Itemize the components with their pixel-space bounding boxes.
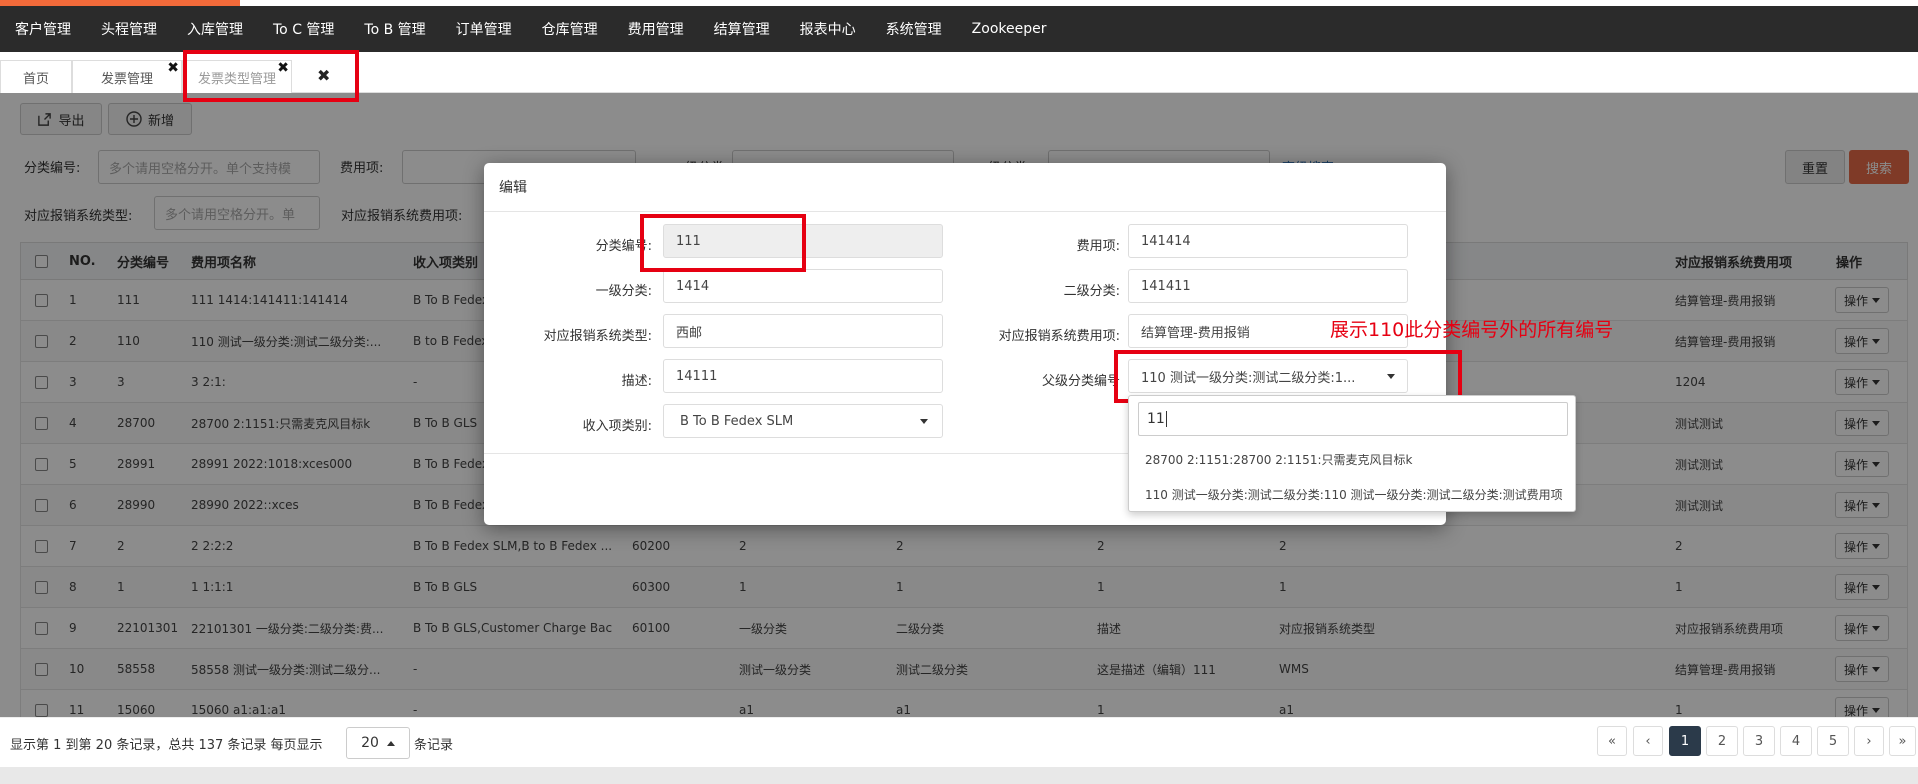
tab-home[interactable]: 首页 (0, 60, 72, 93)
record-summary: 显示第 1 到第 20 条记录，总共 137 条记录 每页显示 (10, 738, 323, 753)
tab-bar: 首页 发票管理 ✖ 发票类型管理 ✖ (0, 52, 1918, 93)
dropdown-option[interactable]: 110 测试一级分类:测试二级分类:110 测试一级分类:测试二级分类:测试费用… (1129, 478, 1575, 510)
tab-invoice-type-label: 发票类型管理 (197, 71, 276, 87)
modal-sys-type-label: 对应报销系统类型: (543, 329, 652, 344)
close-icon[interactable]: ✖ (167, 60, 179, 76)
nav-first-leg[interactable]: 头程管理 (86, 19, 172, 39)
page-1[interactable]: 1 (1669, 726, 1701, 756)
nav-fees[interactable]: 费用管理 (613, 19, 699, 39)
nav-toc[interactable]: To C 管理 (258, 19, 349, 39)
modal-level1-label: 一级分类: (595, 284, 652, 299)
nav-inbound[interactable]: 入库管理 (172, 19, 258, 39)
page-size-value: 20 (361, 735, 379, 751)
close-icon[interactable]: ✖ (277, 60, 289, 76)
modal-sys-fee-label: 对应报销系统费用项: (998, 329, 1120, 344)
bottom-bar (0, 767, 1918, 784)
page-next[interactable]: › (1854, 726, 1884, 756)
nav-system[interactable]: 系统管理 (871, 19, 957, 39)
tab-invoice[interactable]: 发票管理 ✖ (72, 60, 182, 93)
dropdown-search-input[interactable]: 11 (1138, 402, 1568, 436)
dropdown-option[interactable]: 28700 2:1151:28700 2:1151:只需麦克风目标k (1129, 443, 1575, 475)
page-first[interactable]: « (1597, 726, 1627, 756)
caret-down-icon (1387, 373, 1395, 379)
modal-parent-label: 父级分类编号 (1041, 374, 1120, 389)
modal-desc-label: 描述: (621, 374, 652, 389)
page-2[interactable]: 2 (1706, 726, 1738, 756)
parent-select-value: 110 测试一级分类:测试二级分类:1... (1141, 370, 1356, 386)
nav-settlement[interactable]: 结算管理 (699, 19, 785, 39)
modal-sys-type-input[interactable]: 西邮 (663, 314, 943, 348)
nav-orders[interactable]: 订单管理 (441, 19, 527, 39)
modal-income-label: 收入项类别: (582, 419, 652, 434)
top-nav: 客户管理 头程管理 入库管理 To C 管理 To B 管理 订单管理 仓库管理… (0, 6, 1918, 52)
nav-warehouse[interactable]: 仓库管理 (527, 19, 613, 39)
page-size-select[interactable]: 20 (346, 727, 410, 759)
page-size-suffix: 条记录 (414, 738, 454, 753)
modal-income-select[interactable]: B To B Fedex SLM (663, 404, 943, 438)
close-all-tabs-icon[interactable]: ✖ (317, 66, 330, 85)
page-last[interactable]: » (1889, 726, 1916, 756)
modal-fee-label: 费用项: (1076, 239, 1120, 254)
modal-parent-select[interactable]: 110 测试一级分类:测试二级分类:1... (1128, 359, 1408, 393)
nav-zookeeper[interactable]: Zookeeper (957, 21, 1062, 37)
modal-level1-input[interactable]: 1414 (663, 269, 943, 303)
parent-dropdown: 11 28700 2:1151:28700 2:1151:只需麦克风目标k 11… (1128, 395, 1576, 512)
modal-desc-input[interactable]: 14111 (663, 359, 943, 393)
page-prev[interactable]: ‹ (1633, 726, 1663, 756)
tab-invoice-type[interactable]: 发票类型管理 ✖ (182, 60, 292, 93)
page-4[interactable]: 4 (1780, 726, 1812, 756)
caret-up-icon (386, 740, 395, 746)
pagination-footer: 显示第 1 到第 20 条记录，总共 137 条记录 每页显示 20 条记录 (0, 717, 1918, 767)
modal-level2-input[interactable]: 141411 (1128, 269, 1408, 303)
caret-down-icon (920, 418, 928, 424)
nav-tob[interactable]: To B 管理 (349, 19, 440, 39)
tab-home-label: 首页 (22, 71, 49, 87)
page-3[interactable]: 3 (1743, 726, 1775, 756)
nav-reports[interactable]: 报表中心 (785, 19, 871, 39)
modal-level2-label: 二级分类: (1063, 284, 1120, 299)
dropdown-search-value: 11 (1147, 411, 1165, 427)
text-cursor (1165, 411, 1167, 427)
income-select-value: B To B Fedex SLM (680, 413, 794, 429)
modal-code-label: 分类编号: (595, 239, 652, 254)
page-5[interactable]: 5 (1817, 726, 1849, 756)
annotation-text: 展示110此分类编号外的所有编号 (1330, 319, 1614, 341)
modal-title: 编辑 (484, 163, 1446, 212)
modal-fee-input[interactable]: 141414 (1128, 224, 1408, 258)
nav-customer[interactable]: 客户管理 (0, 19, 86, 39)
tab-invoice-label: 发票管理 (100, 71, 153, 87)
modal-code-input[interactable]: 111 (663, 224, 943, 258)
